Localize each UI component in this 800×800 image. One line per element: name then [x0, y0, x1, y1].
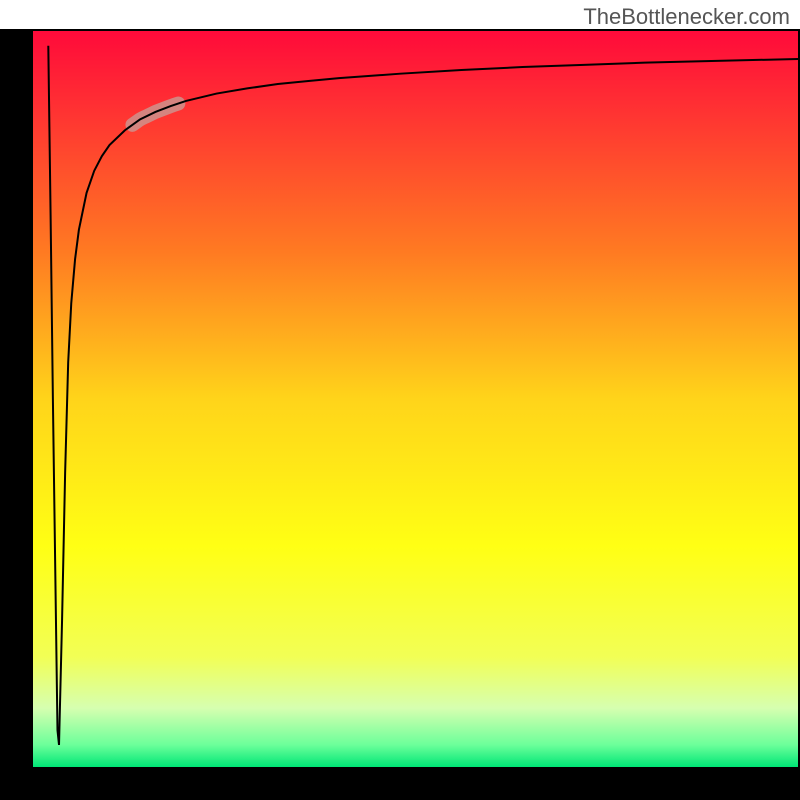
axis-left: [0, 29, 33, 800]
chart-svg: [0, 0, 800, 800]
chart-container: TheBottlenecker.com: [0, 0, 800, 800]
axis-bottom: [0, 767, 800, 800]
plot-background: [33, 31, 798, 767]
watermark: TheBottlenecker.com: [583, 4, 790, 30]
